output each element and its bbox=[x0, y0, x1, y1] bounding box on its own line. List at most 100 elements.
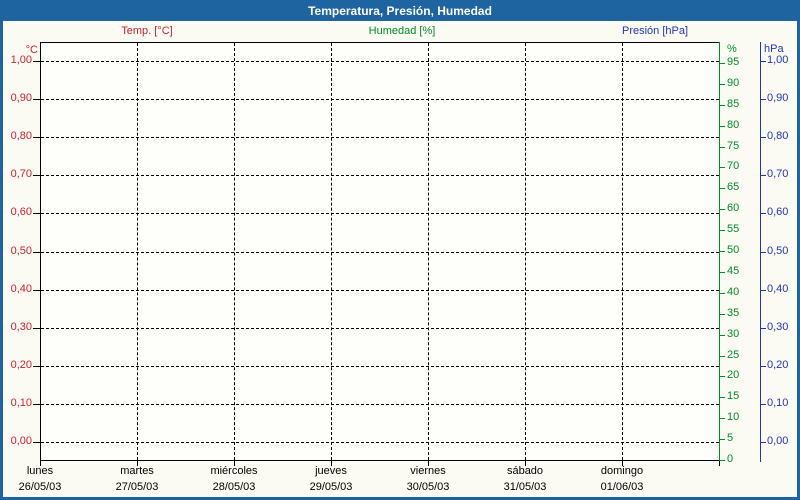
day-name-label: jueves bbox=[315, 465, 347, 477]
h-gridline bbox=[41, 213, 719, 214]
humidity-axis-tick-label: 80 bbox=[727, 119, 740, 131]
humidity-axis-tick-label: 70 bbox=[727, 160, 740, 172]
day-date-label: 01/06/03 bbox=[600, 481, 644, 493]
day-date-label: 29/05/03 bbox=[309, 481, 353, 493]
pressure-axis-tick-label: 0,30 bbox=[767, 321, 789, 333]
h-gridline bbox=[41, 290, 719, 291]
humidity-axis-tick bbox=[720, 418, 725, 419]
humidity-axis-tick-label: 0 bbox=[727, 453, 734, 465]
day-name-label: sábado bbox=[506, 465, 544, 477]
temp-axis-tick bbox=[33, 175, 40, 176]
h-gridline bbox=[41, 404, 719, 405]
temp-axis-tick-label: 0,10 bbox=[10, 397, 32, 409]
h-gridline bbox=[41, 61, 719, 62]
pressure-axis-tick-label: 0,60 bbox=[767, 206, 789, 218]
humidity-axis-tick-label: 25 bbox=[727, 349, 740, 361]
pressure-axis-tick bbox=[761, 404, 766, 405]
v-gridline bbox=[137, 43, 138, 460]
humidity-axis-tick-label: 85 bbox=[727, 98, 740, 110]
h-gridline bbox=[41, 175, 719, 176]
window-title: Temperatura, Presión, Humedad bbox=[308, 3, 492, 18]
pressure-axis-tick-label: 0,90 bbox=[767, 92, 789, 104]
humidity-axis-tick bbox=[720, 147, 725, 148]
temp-axis-tick bbox=[33, 442, 40, 443]
day-date-label: 26/05/03 bbox=[18, 481, 62, 493]
temp-axis-tick bbox=[33, 404, 40, 405]
humidity-axis-tick bbox=[720, 439, 725, 440]
humidity-axis-tick-label: 15 bbox=[727, 390, 740, 402]
pressure-axis-tick-label: 0,10 bbox=[767, 397, 789, 409]
humidity-axis-tick bbox=[720, 126, 725, 127]
pressure-axis-tick-label: 1,00 bbox=[767, 54, 789, 66]
temp-axis-tick-label: 0,90 bbox=[10, 92, 32, 104]
humidity-axis-tick bbox=[720, 84, 725, 85]
pressure-axis-tick bbox=[761, 175, 766, 176]
day-date-label: 28/05/03 bbox=[212, 481, 256, 493]
legend-temp-label: Temp. [°C] bbox=[121, 25, 173, 37]
h-gridline bbox=[41, 442, 719, 443]
h-gridline bbox=[41, 137, 719, 138]
h-gridline bbox=[41, 99, 719, 100]
humidity-axis-tick bbox=[720, 105, 725, 106]
temp-axis-tick bbox=[33, 290, 40, 291]
temp-axis-tick bbox=[33, 61, 40, 62]
day-date-label: 31/05/03 bbox=[503, 481, 547, 493]
humidity-axis-tick-label: 60 bbox=[727, 202, 740, 214]
pressure-axis-tick bbox=[761, 99, 766, 100]
humidity-axis-tick bbox=[720, 63, 725, 64]
humidity-axis-tick-label: 30 bbox=[727, 328, 740, 340]
day-date-label: 30/05/03 bbox=[406, 481, 450, 493]
pressure-axis-tick bbox=[761, 213, 766, 214]
day-name-label: viernes bbox=[410, 465, 446, 477]
h-gridline bbox=[41, 366, 719, 367]
h-gridline bbox=[41, 252, 719, 253]
humidity-axis-tick-label: 95 bbox=[727, 56, 740, 68]
pressure-axis-tick-label: 0,50 bbox=[767, 245, 789, 257]
day-name-label: lunes bbox=[26, 465, 54, 477]
humidity-axis-tick-label: 5 bbox=[727, 432, 734, 444]
pressure-axis-tick bbox=[761, 252, 766, 253]
temp-axis-tick-label: 0,60 bbox=[10, 206, 32, 218]
temp-axis-tick bbox=[33, 137, 40, 138]
pressure-axis-tick bbox=[761, 442, 766, 443]
day-name-label: martes bbox=[120, 465, 154, 477]
humidity-axis-tick bbox=[720, 356, 725, 357]
temp-axis-tick-label: 0,20 bbox=[10, 359, 32, 371]
temp-axis-tick-label: 0,80 bbox=[10, 130, 32, 142]
title-bar[interactable]: Temperatura, Presión, Humedad bbox=[0, 0, 800, 21]
v-gridline bbox=[428, 43, 429, 460]
legend-pressure-label: Presión [hPa] bbox=[621, 25, 689, 37]
humidity-axis-tick-label: 20 bbox=[727, 369, 740, 381]
day-name-label: miércoles bbox=[210, 465, 258, 477]
humidity-axis-tick bbox=[720, 230, 725, 231]
day-date-label: 27/05/03 bbox=[115, 481, 159, 493]
h-gridline bbox=[41, 328, 719, 329]
humidity-axis-tick-label: 45 bbox=[727, 265, 740, 277]
v-gridline bbox=[234, 43, 235, 460]
temp-axis-tick bbox=[33, 328, 40, 329]
temp-axis-tick-label: 0,40 bbox=[10, 283, 32, 295]
pressure-axis-tick-label: 0,70 bbox=[767, 168, 789, 180]
pressure-axis-tick bbox=[761, 328, 766, 329]
humidity-axis-tick-label: 10 bbox=[727, 411, 740, 423]
humidity-axis-tick bbox=[720, 335, 725, 336]
humidity-axis-tick-label: 40 bbox=[727, 286, 740, 298]
pressure-axis-tick-label: 0,80 bbox=[767, 130, 789, 142]
humidity-axis-header: % bbox=[727, 43, 737, 55]
humidity-axis-tick bbox=[720, 272, 725, 273]
pressure-axis-tick bbox=[761, 290, 766, 291]
temp-axis-tick bbox=[33, 99, 40, 100]
humidity-axis-tick-label: 55 bbox=[727, 223, 740, 235]
humidity-axis-tick bbox=[720, 188, 725, 189]
plot-border-bottom bbox=[40, 460, 720, 461]
temp-axis-tick-label: 0,30 bbox=[10, 321, 32, 333]
humidity-axis-tick bbox=[720, 460, 725, 461]
legend-humidity-label: Humedad [%] bbox=[368, 25, 436, 37]
window-frame: Temperatura, Presión, Humedad Temp. [°C]… bbox=[0, 0, 800, 500]
humidity-axis-tick bbox=[720, 376, 725, 377]
pressure-axis-tick-label: 0,00 bbox=[767, 435, 789, 447]
temp-axis-tick bbox=[33, 366, 40, 367]
humidity-axis-tick bbox=[720, 397, 725, 398]
pressure-axis-tick-label: 0,20 bbox=[767, 359, 789, 371]
temp-axis-tick-label: 1,00 bbox=[10, 54, 32, 66]
